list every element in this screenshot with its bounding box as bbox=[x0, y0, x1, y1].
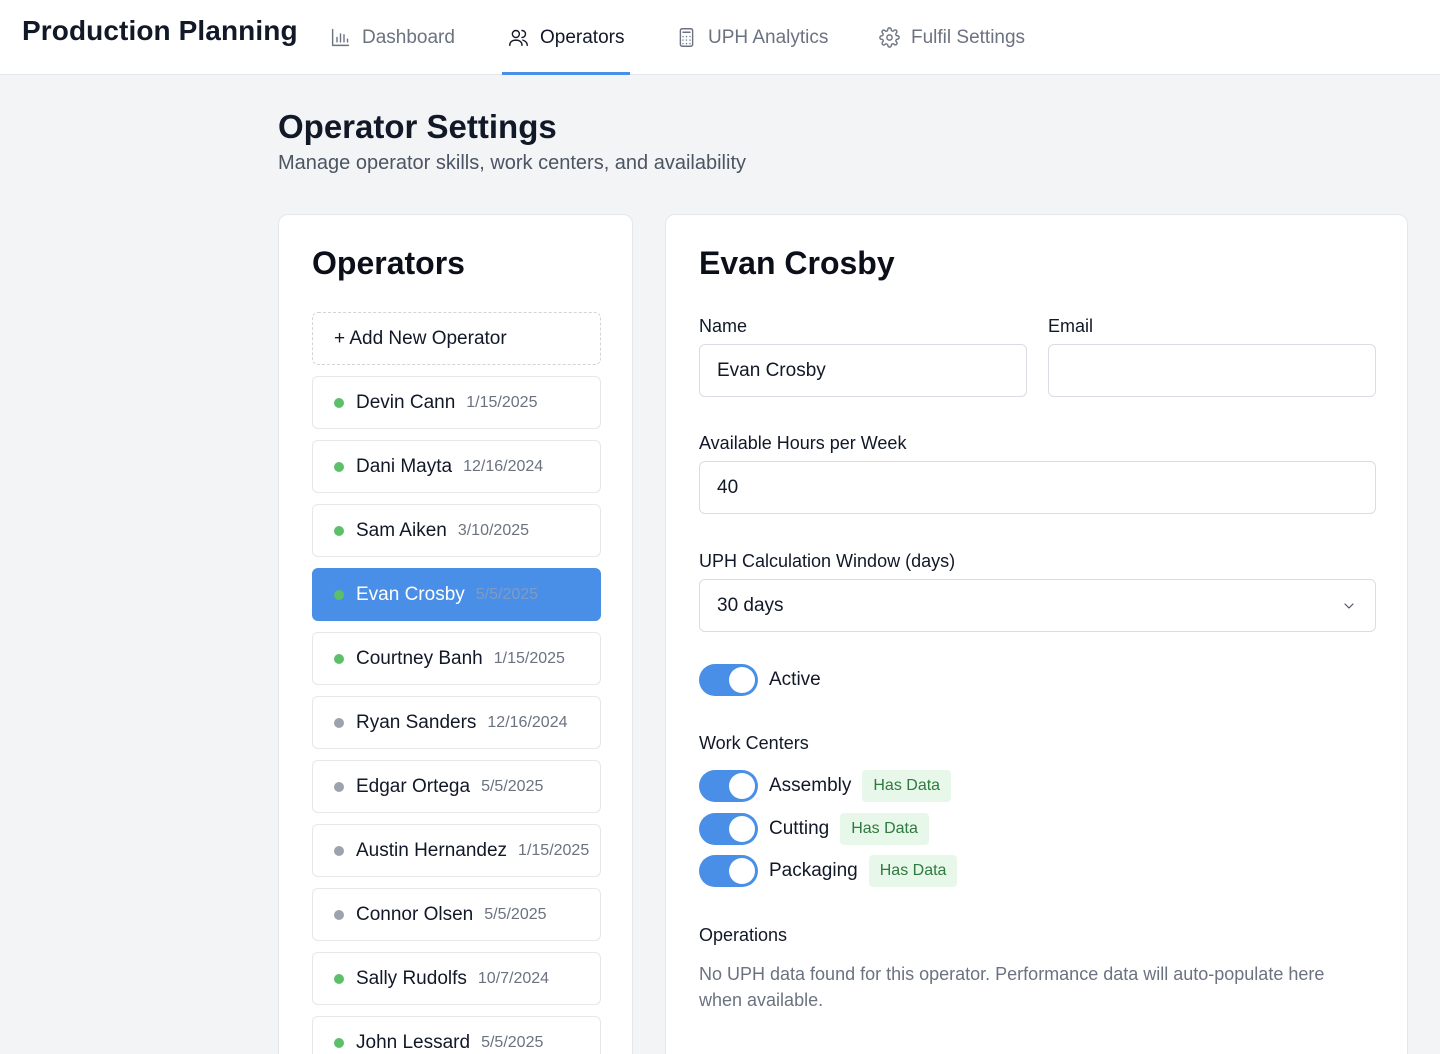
operator-date: 5/5/2025 bbox=[475, 585, 539, 603]
operator-list-item[interactable]: Sam Aiken 3/10/2025 bbox=[312, 504, 601, 557]
page-title: Operator Settings bbox=[278, 108, 557, 145]
hours-field-label: Available Hours per Week bbox=[699, 433, 907, 453]
operator-name: Edgar Ortega bbox=[356, 775, 471, 797]
status-dot bbox=[334, 909, 344, 920]
uph-window-selected-value: 30 days bbox=[717, 594, 784, 616]
operator-date: 5/5/2025 bbox=[481, 1033, 544, 1051]
operator-name: Connor Olsen bbox=[356, 903, 474, 925]
work-center-row: Assembly Has Data bbox=[699, 770, 952, 802]
nav-uph-analytics-label: UPH Analytics bbox=[708, 26, 829, 48]
page-subtitle: Manage operator skills, work centers, an… bbox=[278, 152, 746, 174]
toggle-knob bbox=[729, 773, 755, 799]
operator-date: 1/15/2025 bbox=[518, 841, 590, 859]
work-center-toggle[interactable] bbox=[699, 855, 758, 887]
active-toggle[interactable] bbox=[699, 664, 758, 696]
nav-fulfil-settings-label: Fulfil Settings bbox=[911, 26, 1026, 48]
operator-list-item[interactable]: Austin Hernandez 1/15/2025 bbox=[312, 824, 601, 877]
operator-list-item[interactable]: Edgar Ortega 5/5/2025 bbox=[312, 760, 601, 813]
operator-list-item[interactable]: Dani Mayta 12/16/2024 bbox=[312, 440, 601, 493]
gear-icon bbox=[879, 27, 900, 48]
operator-name: Devin Cann bbox=[356, 391, 456, 413]
operator-list-item[interactable]: Devin Cann 1/15/2025 bbox=[312, 376, 601, 429]
operator-name: Ryan Sanders bbox=[356, 711, 477, 733]
operator-date: 1/15/2025 bbox=[493, 649, 565, 667]
bar-chart-icon bbox=[331, 28, 350, 47]
operator-date: 5/5/2025 bbox=[481, 777, 544, 795]
operator-name: Dani Mayta bbox=[356, 455, 453, 477]
operator-name: Austin Hernandez bbox=[356, 839, 508, 861]
calculator-icon bbox=[679, 28, 694, 47]
operator-list-item[interactable]: Courtney Banh 1/15/2025 bbox=[312, 632, 601, 685]
status-dot bbox=[334, 845, 344, 856]
status-dot bbox=[334, 1037, 344, 1048]
operator-date: 12/16/2024 bbox=[463, 457, 544, 475]
email-input[interactable] bbox=[1048, 344, 1376, 397]
email-field-label: Email bbox=[1048, 316, 1094, 336]
hours-per-week-input[interactable]: 40 bbox=[699, 461, 1376, 514]
uph-window-select[interactable]: 30 days bbox=[699, 579, 1376, 632]
toggle-knob bbox=[729, 858, 755, 884]
operator-name: John Lessard bbox=[356, 1031, 471, 1053]
status-dot bbox=[334, 653, 344, 664]
operators-panel-title: Operators bbox=[312, 245, 465, 281]
nav-operators-label: Operators bbox=[540, 26, 625, 48]
work-center-name: Cutting bbox=[769, 818, 830, 839]
work-center-toggle[interactable] bbox=[699, 813, 758, 845]
status-dot bbox=[334, 397, 344, 408]
operators-panel: Operators + Add New Operator Devin Cann 1… bbox=[278, 214, 633, 1054]
operator-list-item[interactable]: Evan Crosby 5/5/2025 bbox=[312, 568, 601, 621]
work-center-toggle[interactable] bbox=[699, 770, 758, 802]
chevron-down-icon bbox=[1344, 603, 1354, 609]
status-dot bbox=[334, 781, 344, 792]
has-data-badge: Has Data bbox=[868, 855, 958, 887]
operator-name: Evan Crosby bbox=[356, 583, 465, 605]
operator-date: 12/16/2024 bbox=[487, 713, 568, 731]
status-dot bbox=[334, 589, 344, 600]
nav-dashboard[interactable]: Dashboard bbox=[330, 0, 455, 75]
operator-name: Sam Aiken bbox=[356, 519, 447, 541]
operator-detail-panel: Evan Crosby Name Evan Crosby Email Avail… bbox=[665, 214, 1408, 1054]
work-center-name: Packaging bbox=[769, 860, 858, 881]
operations-empty-message: No UPH data found for this operator. Per… bbox=[699, 964, 1325, 1010]
has-data-badge: Has Data bbox=[862, 770, 952, 802]
app-title: Production Planning bbox=[22, 15, 298, 46]
operator-list-item[interactable]: Sally Rudolfs 10/7/2024 bbox=[312, 952, 601, 1005]
nav-dashboard-label: Dashboard bbox=[362, 26, 455, 48]
active-tab-indicator bbox=[502, 72, 631, 75]
users-icon bbox=[509, 29, 528, 47]
status-dot bbox=[334, 525, 344, 536]
operator-name: Sally Rudolfs bbox=[356, 967, 467, 989]
add-new-operator-button[interactable]: + Add New Operator bbox=[312, 312, 601, 365]
operator-date: 10/7/2024 bbox=[477, 969, 550, 987]
name-input[interactable]: Evan Crosby bbox=[699, 344, 1027, 397]
work-centers-label: Work Centers bbox=[699, 733, 809, 753]
toggle-knob bbox=[729, 667, 755, 693]
active-toggle-label: Active bbox=[769, 669, 821, 690]
nav-uph-analytics[interactable]: UPH Analytics bbox=[676, 0, 828, 75]
operator-name: Courtney Banh bbox=[356, 647, 483, 669]
operations-label: Operations bbox=[699, 925, 788, 945]
work-center-row: Cutting Has Data bbox=[699, 813, 929, 845]
operator-date: 1/15/2025 bbox=[466, 393, 538, 411]
work-center-name: Assembly bbox=[769, 775, 852, 796]
operator-list: Devin Cann 1/15/2025 Dani Mayta 12/16/2024 S… bbox=[312, 376, 601, 1054]
status-dot bbox=[334, 973, 344, 984]
operator-list-item[interactable]: Ryan Sanders 12/16/2024 bbox=[312, 696, 601, 749]
operator-date: 5/5/2025 bbox=[484, 905, 547, 923]
operator-list-item[interactable]: Connor Olsen 5/5/2025 bbox=[312, 888, 601, 941]
has-data-badge: Has Data bbox=[840, 813, 929, 845]
uph-window-field-label: UPH Calculation Window (days) bbox=[699, 551, 956, 571]
top-navigation: Production Planning Dashboard Operators … bbox=[0, 0, 1440, 75]
nav-operators[interactable]: Operators bbox=[502, 0, 631, 75]
operator-detail-title: Evan Crosby bbox=[699, 245, 895, 281]
operator-date: 3/10/2025 bbox=[457, 521, 530, 539]
status-dot bbox=[334, 717, 344, 728]
name-field-label: Name bbox=[699, 316, 748, 336]
toggle-knob bbox=[729, 816, 755, 842]
status-dot bbox=[334, 461, 344, 472]
work-center-row: Packaging Has Data bbox=[699, 855, 958, 887]
nav-fulfil-settings[interactable]: Fulfil Settings bbox=[879, 0, 1025, 75]
active-toggle-row: Active bbox=[699, 664, 832, 696]
operator-list-item[interactable]: John Lessard 5/5/2025 bbox=[312, 1016, 601, 1054]
